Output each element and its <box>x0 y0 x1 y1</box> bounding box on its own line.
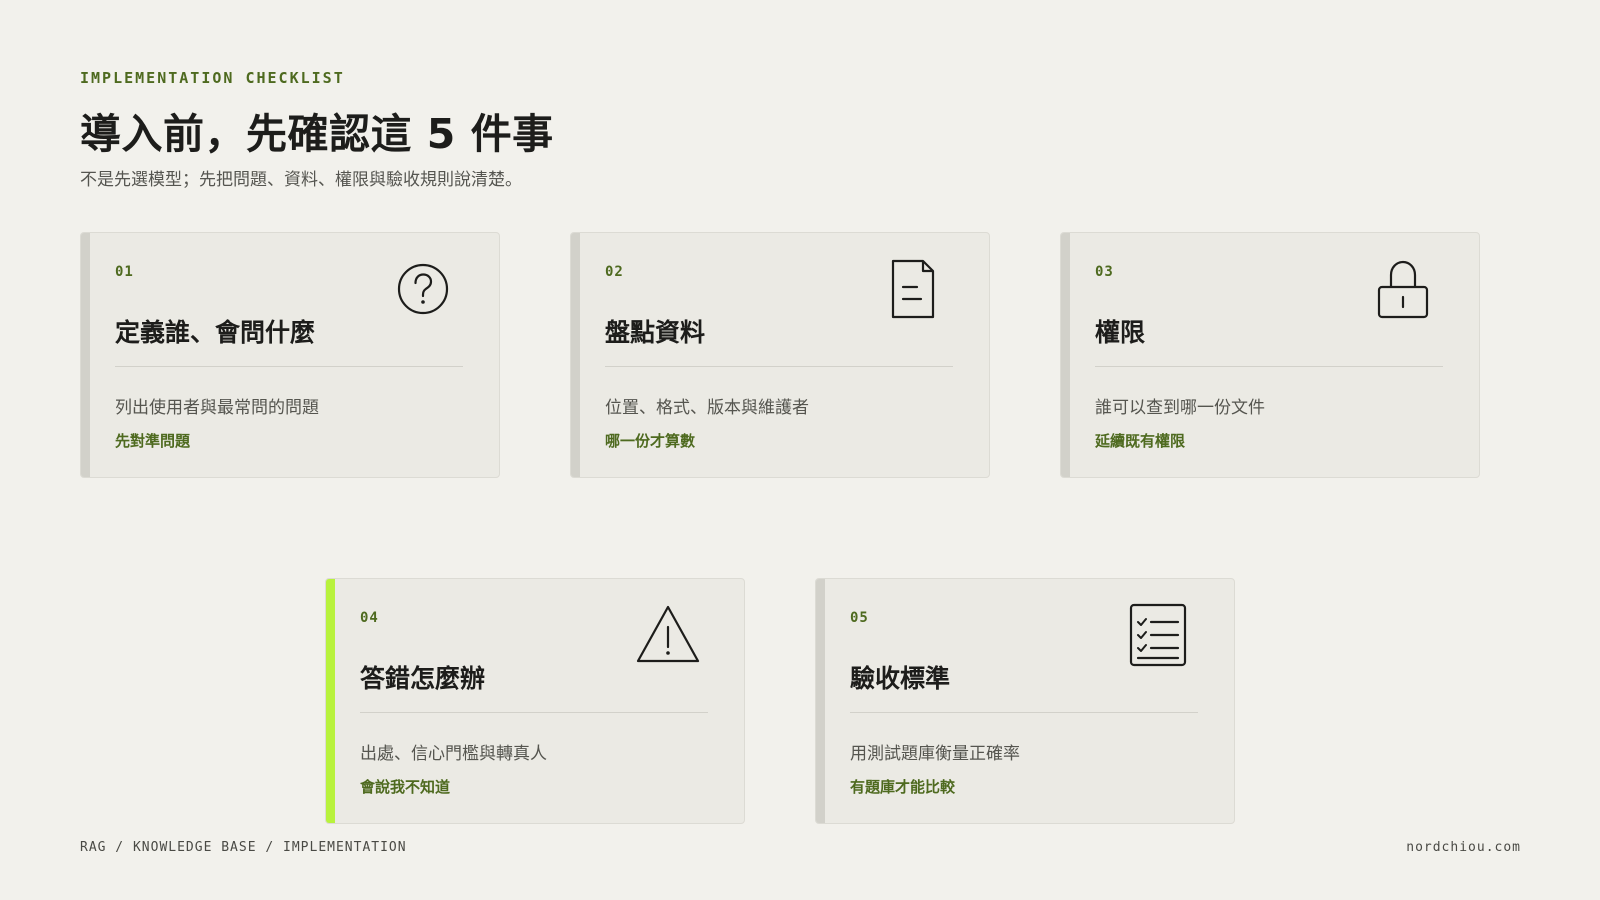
footer-site-link[interactable]: nordchiou.com <box>1406 840 1521 855</box>
page-subtitle: 不是先選模型；先把問題、資料、權限與驗收規則說清楚。 <box>80 170 522 190</box>
page-title: 導入前，先確認這 5 件事 <box>80 110 554 158</box>
card-side-bar <box>81 233 90 477</box>
checklist-card-04: 04 答錯怎麼辦 出處、信心門檻與轉真人 會說我不知道 <box>325 578 745 824</box>
card-description: 位置、格式、版本與維護者 <box>605 398 809 418</box>
card-number: 02 <box>605 264 624 280</box>
eyebrow-label: IMPLEMENTATION CHECKLIST <box>80 69 345 87</box>
card-side-bar <box>571 233 580 477</box>
card-divider <box>850 712 1198 713</box>
card-side-bar <box>816 579 825 823</box>
checklist-icon <box>1126 603 1190 667</box>
checklist-card-01: 01 定義誰、會問什麼 列出使用者與最常問的問題 先對準問題 <box>80 232 500 478</box>
card-divider <box>360 712 708 713</box>
checklist-card-02: 02 盤點資料 位置、格式、版本與維護者 哪一份才算數 <box>570 232 990 478</box>
card-note: 延續既有權限 <box>1095 432 1186 450</box>
card-divider <box>115 366 463 367</box>
card-number: 04 <box>360 610 379 626</box>
card-side-bar-accent <box>326 579 335 823</box>
card-title: 定義誰、會問什麼 <box>115 318 316 347</box>
checklist-card-03: 03 權限 誰可以查到哪一份文件 延續既有權限 <box>1060 232 1480 478</box>
question-circle-icon <box>391 257 455 321</box>
footer-breadcrumb: RAG / KNOWLEDGE BASE / IMPLEMENTATION <box>80 840 407 855</box>
card-divider <box>605 366 953 367</box>
card-note: 會說我不知道 <box>360 778 451 796</box>
card-divider <box>1095 366 1443 367</box>
card-description: 列出使用者與最常問的問題 <box>115 398 319 418</box>
card-title: 答錯怎麼辦 <box>360 664 486 693</box>
card-note: 有題庫才能比較 <box>850 778 956 796</box>
card-number: 03 <box>1095 264 1114 280</box>
card-number: 01 <box>115 264 134 280</box>
document-icon <box>881 257 945 321</box>
card-description: 出處、信心門檻與轉真人 <box>360 744 547 764</box>
lock-icon <box>1371 257 1435 321</box>
checklist-card-05: 05 驗收標準 用測試題庫衡量正確率 有題庫才能比較 <box>815 578 1235 824</box>
card-title: 盤點資料 <box>605 318 706 347</box>
card-description: 用測試題庫衡量正確率 <box>850 744 1020 764</box>
card-note: 哪一份才算數 <box>605 432 696 450</box>
card-title: 權限 <box>1095 318 1146 347</box>
card-side-bar <box>1061 233 1070 477</box>
warning-triangle-icon <box>636 603 700 667</box>
card-description: 誰可以查到哪一份文件 <box>1095 398 1265 418</box>
card-title: 驗收標準 <box>850 664 951 693</box>
card-number: 05 <box>850 610 869 626</box>
card-note: 先對準問題 <box>115 432 191 450</box>
